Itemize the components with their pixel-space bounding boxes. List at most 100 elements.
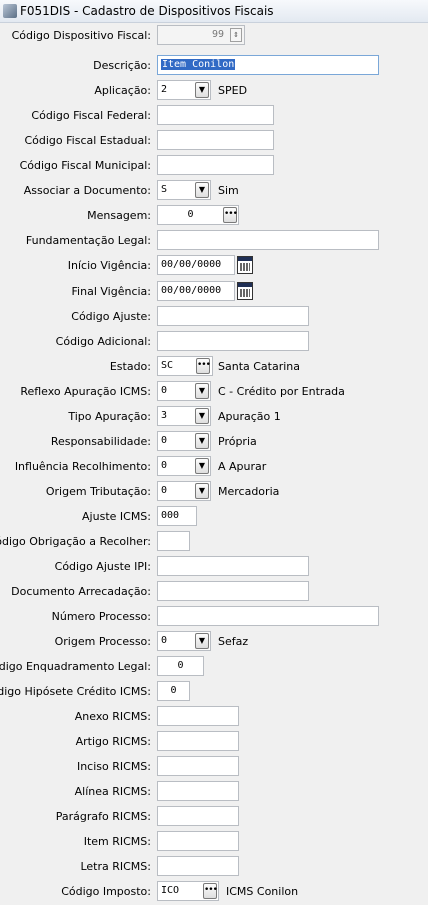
row-aplicacao: Aplicação: 2 ▼ SPED xyxy=(0,80,428,100)
origem-tributacao-label: Origem Tributação: xyxy=(45,485,151,498)
chevron-down-icon[interactable]: ▼ xyxy=(195,182,209,198)
spinner-icon[interactable]: ⇕ xyxy=(230,28,242,42)
fundamentacao-legal-label: Fundamentação Legal: xyxy=(25,234,151,247)
ajuste-icms-field[interactable]: 000 xyxy=(157,506,197,526)
ajuste-icms-label: Ajuste ICMS: xyxy=(82,510,151,523)
final-vigencia-value: 00/00/0000 xyxy=(161,285,222,296)
origem-tributacao-value: 0 xyxy=(161,485,168,496)
influencia-recolhimento-value: 0 xyxy=(161,460,168,471)
app-icon xyxy=(3,4,17,18)
codigo-imposto-value: ICO xyxy=(161,885,180,896)
row-cod-hipotese-credito: Código Hipósete Crédito ICMS: 0 xyxy=(0,681,428,701)
associar-documento-label: Associar a Documento: xyxy=(23,184,151,197)
chevron-down-icon[interactable]: ▼ xyxy=(195,633,209,649)
alinea-ricms-label: Alínea RICMS: xyxy=(74,785,151,798)
codigo-imposto-desc: ICMS Conilon xyxy=(226,885,299,898)
row-cod-ajuste-ipi: Código Ajuste IPI: xyxy=(0,556,428,576)
chevron-down-icon[interactable]: ▼ xyxy=(195,383,209,399)
chevron-down-icon[interactable]: ▼ xyxy=(195,458,209,474)
row-inciso-ricms: Inciso RICMS: xyxy=(0,756,428,776)
chevron-down-icon[interactable]: ▼ xyxy=(195,483,209,499)
documento-arrecadacao-label: Documento Arrecadação: xyxy=(11,585,151,598)
cod-fiscal-federal-label: Código Fiscal Federal: xyxy=(31,109,151,122)
descricao-field[interactable]: Item Conilon xyxy=(157,55,379,75)
anexo-ricms-field[interactable] xyxy=(157,706,239,726)
origem-processo-label: Origem Processo: xyxy=(54,635,151,648)
row-artigo-ricms: Artigo RICMS: xyxy=(0,731,428,751)
codigo-adicional-field[interactable] xyxy=(157,331,309,351)
mensagem-value: 0 xyxy=(187,209,194,220)
calendar-icon[interactable] xyxy=(237,256,253,274)
codigo-ajuste-field[interactable] xyxy=(157,306,309,326)
calendar-icon[interactable] xyxy=(237,282,253,300)
window-title: F051DIS - Cadastro de Dispositivos Fisca… xyxy=(20,4,274,18)
responsabilidade-label: Responsabilidade: xyxy=(50,435,151,448)
letra-ricms-field[interactable] xyxy=(157,856,239,876)
alinea-ricms-field[interactable] xyxy=(157,781,239,801)
inciso-ricms-label: Inciso RICMS: xyxy=(76,760,151,773)
tipo-apuracao-label: Tipo Apuração: xyxy=(68,410,151,423)
associar-documento-value: S xyxy=(161,184,168,195)
row-cod-fiscal-estadual: Código Fiscal Estadual: xyxy=(0,130,428,150)
aplicacao-desc: SPED xyxy=(218,84,248,97)
row-cod-obrigacao-recolher: Código Obrigação a Recolher: xyxy=(0,531,428,551)
estado-label: Estado: xyxy=(109,360,151,373)
ellipsis-icon[interactable]: ••• xyxy=(203,883,218,899)
row-descricao: Descrição: Item Conilon xyxy=(0,55,428,75)
inicio-vigencia-value: 00/00/0000 xyxy=(161,259,222,270)
row-fundamentacao-legal: Fundamentação Legal: xyxy=(0,230,428,250)
cod-hipotese-credito-value: 0 xyxy=(170,685,177,696)
responsabilidade-desc: Própria xyxy=(218,435,257,448)
final-vigencia-field[interactable]: 00/00/0000 xyxy=(157,281,235,301)
ellipsis-icon[interactable]: ••• xyxy=(223,207,238,223)
reflexo-apuracao-desc: C - Crédito por Entrada xyxy=(218,385,345,398)
cod-enquadramento-legal-label: Código Enquadramento Legal: xyxy=(0,660,151,673)
row-codigo-ajuste: Código Ajuste: xyxy=(0,306,428,326)
cod-obrigacao-recolher-field[interactable] xyxy=(157,531,190,551)
cod-ajuste-ipi-field[interactable] xyxy=(157,556,309,576)
codigo-imposto-label: Código Imposto: xyxy=(61,885,151,898)
influencia-recolhimento-desc: A Apurar xyxy=(218,460,267,473)
reflexo-apuracao-label: Reflexo Apuração ICMS: xyxy=(20,385,151,398)
cod-enquadramento-legal-field[interactable]: 0 xyxy=(157,656,204,676)
item-ricms-field[interactable] xyxy=(157,831,239,851)
cod-fiscal-estadual-field[interactable] xyxy=(157,130,274,150)
row-tipo-apuracao: Tipo Apuração: 3 ▼ Apuração 1 xyxy=(0,406,428,426)
origem-tributacao-desc: Mercadoria xyxy=(218,485,280,498)
row-codigo-adicional: Código Adicional: xyxy=(0,331,428,351)
final-vigencia-label: Final Vigência: xyxy=(71,285,151,298)
row-anexo-ricms: Anexo RICMS: xyxy=(0,706,428,726)
row-letra-ricms: Letra RICMS: xyxy=(0,856,428,876)
row-numero-processo: Número Processo: xyxy=(0,606,428,626)
chevron-down-icon[interactable]: ▼ xyxy=(195,433,209,449)
cod-fiscal-municipal-label: Código Fiscal Municipal: xyxy=(19,159,151,172)
row-ajuste-icms: Ajuste ICMS: 000 xyxy=(0,506,428,526)
estado-value: SC xyxy=(161,360,174,371)
row-alinea-ricms: Alínea RICMS: xyxy=(0,781,428,801)
origem-processo-desc: Sefaz xyxy=(218,635,249,648)
ajuste-icms-value: 000 xyxy=(161,510,180,521)
row-codigo-dispositivo: Código Dispositivo Fiscal: 99 ⇕ xyxy=(0,25,428,45)
cod-fiscal-municipal-field[interactable] xyxy=(157,155,274,175)
inicio-vigencia-field[interactable]: 00/00/0000 xyxy=(157,255,235,275)
cod-enquadramento-legal-value: 0 xyxy=(177,660,184,671)
documento-arrecadacao-field[interactable] xyxy=(157,581,309,601)
mensagem-label: Mensagem: xyxy=(87,209,151,222)
influencia-recolhimento-label: Influência Recolhimento: xyxy=(14,460,151,473)
associar-documento-desc: Sim xyxy=(218,184,239,197)
reflexo-apuracao-value: 0 xyxy=(161,385,168,396)
ellipsis-icon[interactable]: ••• xyxy=(196,358,211,374)
row-origem-tributacao: Origem Tributação: 0 ▼ Mercadoria xyxy=(0,481,428,501)
numero-processo-field[interactable] xyxy=(157,606,379,626)
fundamentacao-legal-field[interactable] xyxy=(157,230,379,250)
cod-fiscal-federal-field[interactable] xyxy=(157,105,274,125)
artigo-ricms-field[interactable] xyxy=(157,731,239,751)
paragrafo-ricms-field[interactable] xyxy=(157,806,239,826)
inciso-ricms-field[interactable] xyxy=(157,756,239,776)
window-titlebar: F051DIS - Cadastro de Dispositivos Fisca… xyxy=(0,0,428,23)
chevron-down-icon[interactable]: ▼ xyxy=(195,82,209,98)
chevron-down-icon[interactable]: ▼ xyxy=(195,408,209,424)
cod-hipotese-credito-field[interactable]: 0 xyxy=(157,681,190,701)
tipo-apuracao-value: 3 xyxy=(161,410,168,421)
descricao-value: Item Conilon xyxy=(161,59,236,70)
